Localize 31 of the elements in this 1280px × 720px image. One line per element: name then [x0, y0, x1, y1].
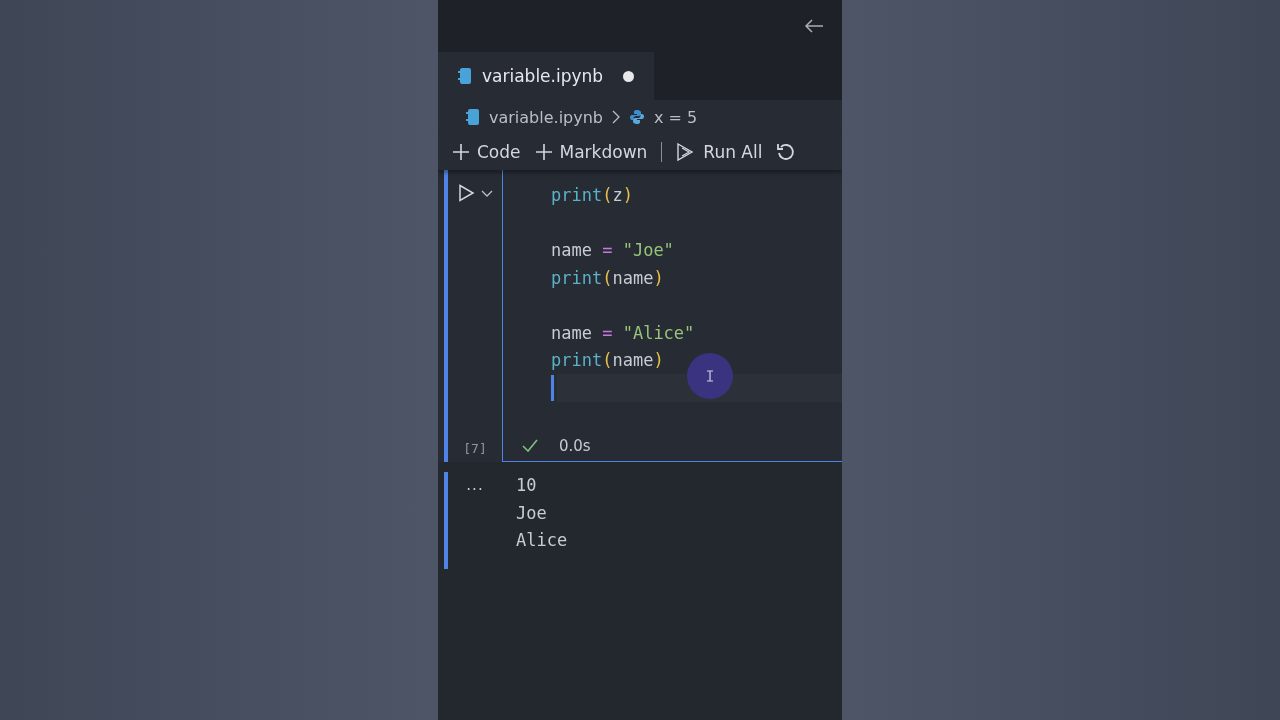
execution-count: [7]: [463, 441, 487, 456]
restart-button[interactable]: [776, 142, 797, 162]
code-line: name = "Joe": [551, 239, 675, 262]
code-line: print(name): [551, 266, 665, 290]
output-menu-button[interactable]: ...: [466, 476, 484, 569]
chevron-right-icon: [611, 110, 621, 124]
plus-icon: [452, 143, 470, 161]
output-line: Joe: [516, 501, 548, 525]
output-line: 10: [516, 474, 538, 497]
editor-tab[interactable]: variable.ipynb: [438, 52, 655, 100]
output-line: Alice: [516, 529, 568, 552]
pointer-highlight-icon: [687, 353, 733, 399]
run-cell-button[interactable]: [457, 184, 475, 202]
python-icon: [629, 109, 645, 125]
code-line: print(z): [551, 184, 634, 207]
breadcrumb-item[interactable]: x = 5: [629, 107, 698, 127]
chevron-down-icon: [481, 188, 493, 198]
back-arrow-icon: [804, 18, 824, 34]
run-all-button[interactable]: Run All: [676, 142, 763, 162]
add-cell-button[interactable]: Markdown: [534, 142, 648, 162]
notebook-icon: [458, 67, 472, 85]
breadcrumb-item[interactable]: variable.ipynb: [466, 107, 603, 127]
plus-icon: [534, 143, 553, 161]
restart-icon: [776, 142, 797, 162]
code-line: name = "Alice": [551, 321, 696, 345]
unsaved-dot: [623, 70, 635, 82]
code-line: print(name): [551, 349, 665, 372]
notebook-icon: [466, 108, 480, 126]
play-icon: [457, 184, 475, 202]
execution-time: 0.0s: [559, 437, 591, 455]
add-cell-button[interactable]: Code: [452, 142, 521, 162]
